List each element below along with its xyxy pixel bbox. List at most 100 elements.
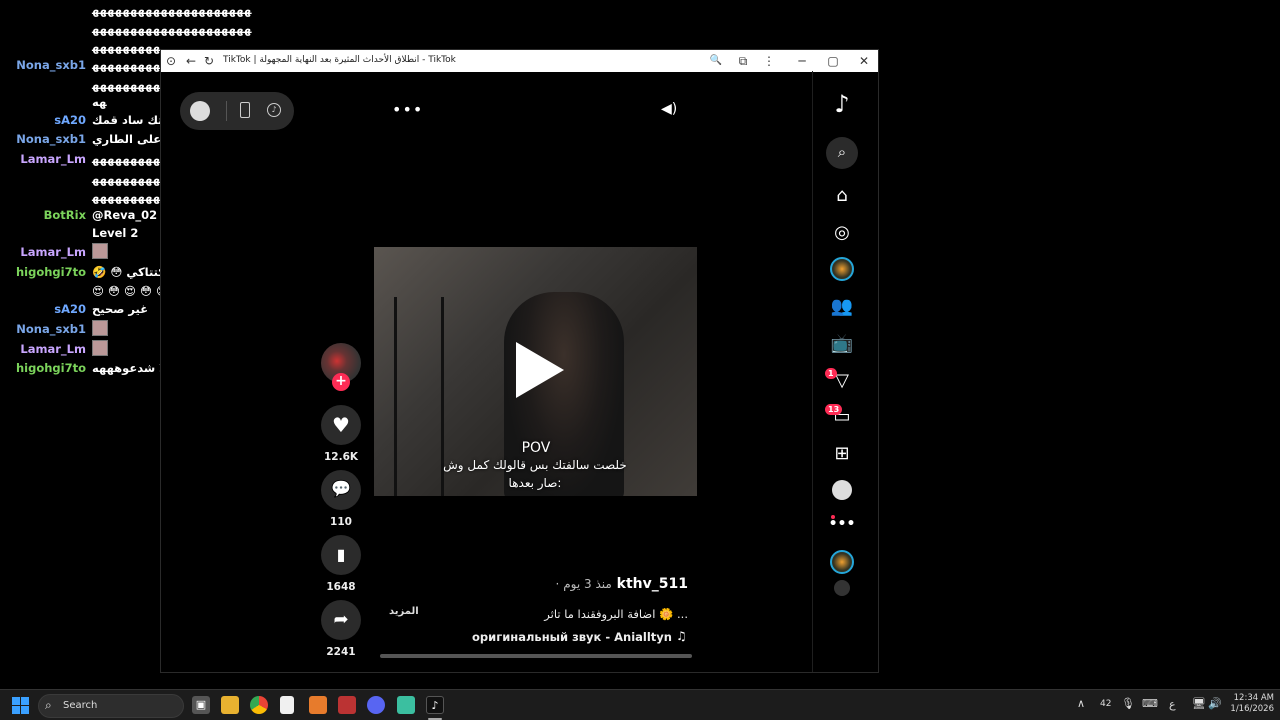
clock-time: 12:34 AM — [1233, 693, 1274, 703]
tray-number: 42 — [1100, 699, 1112, 709]
inbox-badge: 13 — [825, 404, 843, 415]
network-icon[interactable]: 🖥 — [1192, 697, 1206, 710]
chat-message: على الطاري — [92, 132, 162, 146]
author-name[interactable]: kthv_511 — [617, 576, 688, 592]
window-title: TikTok | انطلاق الأحداث المثيرة بعد النه… — [223, 55, 456, 65]
following-icon[interactable]: 👥 — [828, 293, 856, 321]
video-age: · منذ 3 يوم — [555, 577, 612, 591]
chat-username[interactable]: sA20 — [0, 300, 86, 318]
chat-username[interactable]: higohgi7to — [0, 263, 86, 281]
minimize-button[interactable]: ─ — [794, 53, 810, 69]
search-placeholder: Search — [63, 700, 98, 711]
search-icon: ⌕ — [45, 698, 52, 712]
maximize-button[interactable]: ▢ — [825, 53, 841, 69]
clock-date: 1/16/2026 — [1230, 704, 1274, 714]
chat-username[interactable]: Nona_sxb1 — [0, 320, 86, 338]
close-button[interactable]: ✕ — [856, 53, 872, 69]
chat-message: غير صحيح — [92, 302, 149, 316]
search-icon[interactable]: ⌕ — [826, 137, 858, 169]
volume-icon[interactable]: ◀) — [661, 101, 677, 117]
progress-bar[interactable] — [380, 654, 692, 658]
tiktok-taskbar-icon[interactable]: ♪ — [426, 696, 444, 714]
chat-username[interactable]: sA20 — [0, 111, 86, 129]
chat-username[interactable]: Nona_sxb1 — [0, 56, 86, 74]
caption-line-1: خلصت سالفتك بس قالولك كمل وش — [443, 458, 627, 472]
explore-icon[interactable]: ◎ — [828, 219, 856, 247]
clock[interactable]: 12:34 AM 1/16/2026 — [1224, 693, 1274, 715]
chat-username[interactable]: Nona_sxb1 — [0, 130, 86, 148]
profile-avatar[interactable] — [190, 101, 210, 121]
extensions-icon[interactable]: ⧉ — [735, 53, 751, 69]
save-count: 1648 — [326, 581, 356, 593]
chat-sticker-image — [92, 340, 108, 356]
chat-username[interactable]: BotRix — [0, 206, 86, 224]
divider — [226, 101, 227, 121]
app-icon-orange[interactable] — [309, 696, 327, 714]
floating-toolbar: ♪ — [180, 92, 294, 130]
app-icon-teal[interactable] — [397, 696, 415, 714]
window-titlebar: ⊙ ← ↻ TikTok | انطلاق الأحداث المثيرة بع… — [161, 50, 878, 72]
tray-chevron-icon[interactable]: ∧ — [1077, 697, 1085, 710]
messages-badge: 1 — [825, 368, 837, 379]
video-meta: · منذ 3 يوم kthv_511 — [380, 576, 688, 592]
sound-name[interactable]: оригинальный звук - Anialltyn — [430, 630, 672, 644]
chat-message: ﻬﻪ — [92, 95, 107, 109]
share-icon[interactable]: ➦ — [321, 600, 361, 640]
notepad-icon[interactable] — [280, 696, 294, 714]
bookmark-icon[interactable]: ▮ — [321, 535, 361, 575]
ime-indicator[interactable]: ع — [1169, 698, 1176, 711]
like-count: 12.6K — [323, 451, 359, 463]
more-link[interactable]: المزيد — [389, 606, 419, 617]
music-note-icon: ♫ — [676, 629, 687, 643]
chat-message: 😍 😳 😍 😳 😍 — [92, 284, 168, 298]
chat-message: Level 2 — [92, 226, 139, 240]
chat-username[interactable]: Lamar_Lm — [0, 150, 86, 168]
mobile-icon[interactable] — [240, 102, 250, 118]
comment-count: 110 — [330, 516, 352, 528]
following-avatar-1[interactable] — [830, 550, 854, 574]
live-tv-icon[interactable]: 📺 — [828, 330, 856, 358]
comment-icon[interactable]: 💬 — [321, 470, 361, 510]
chat-sticker-image — [92, 243, 108, 259]
reload-icon[interactable]: ↻ — [201, 53, 217, 69]
upload-icon[interactable]: ⊞ — [828, 440, 856, 468]
live-avatar-icon[interactable] — [830, 257, 854, 281]
tiktok-logo-icon[interactable]: ♪ — [828, 90, 856, 118]
microphone-icon[interactable]: 🎙 — [1121, 697, 1135, 710]
chat-username[interactable]: higohgi7to — [0, 359, 86, 377]
file-explorer-icon[interactable] — [221, 696, 239, 714]
app-icon: ⊙ — [165, 54, 177, 68]
speaker-icon[interactable]: 🔊 — [1208, 697, 1222, 710]
tiktok-mini-icon[interactable]: ♪ — [267, 103, 281, 117]
video-background — [394, 297, 444, 496]
chat-username[interactable]: Lamar_Lm — [0, 340, 86, 358]
app-icon-red[interactable] — [338, 696, 356, 714]
chat-message: ﻬﻬﻬﻬﻬﻬﻬﻬﻬ — [92, 40, 161, 54]
caption-line-2: صار بعدها: — [508, 476, 562, 490]
profile-icon[interactable] — [832, 480, 852, 500]
caption-title: POV — [521, 440, 551, 456]
chat-username[interactable]: Lamar_Lm — [0, 243, 86, 261]
follow-icon[interactable]: + — [332, 373, 350, 391]
zoom-icon[interactable]: 🔍 — [708, 53, 724, 69]
taskbar: ⌕ Search ▣ ♪ ∧ 42 🎙 ⌨ ع 🖥 🔊 12:34 AM 1/1… — [0, 689, 1280, 720]
chat-message: ﻬﻬﻬﻬﻬﻬﻬﻬﻬﻬﻬﻬﻬﻬﻬﻬﻬﻬﻬﻬﻬ — [92, 22, 252, 36]
menu-icon[interactable]: ⋮ — [761, 53, 777, 69]
home-icon[interactable]: ⌂ — [828, 182, 856, 210]
share-count: 2241 — [326, 646, 356, 658]
play-icon[interactable] — [516, 342, 564, 398]
more-options-icon[interactable]: ••• — [392, 100, 423, 119]
windows-start-icon[interactable] — [12, 697, 29, 714]
taskbar-search[interactable]: ⌕ Search — [38, 694, 184, 718]
more-dot — [831, 515, 835, 519]
chat-message: لا شدعوهههه — [92, 361, 168, 375]
discord-icon[interactable] — [367, 696, 385, 714]
nav-divider — [812, 71, 813, 672]
keyboard-icon[interactable]: ⌨ — [1142, 697, 1158, 710]
following-avatar-2[interactable] — [834, 580, 850, 596]
like-icon[interactable]: ♥ — [321, 405, 361, 445]
task-view-icon[interactable]: ▣ — [192, 696, 210, 714]
back-icon[interactable]: ← — [183, 53, 199, 69]
chrome-icon[interactable] — [250, 696, 268, 714]
video-description: اضافة البروفقندا ما تاثر 🌼 ... — [544, 607, 688, 621]
